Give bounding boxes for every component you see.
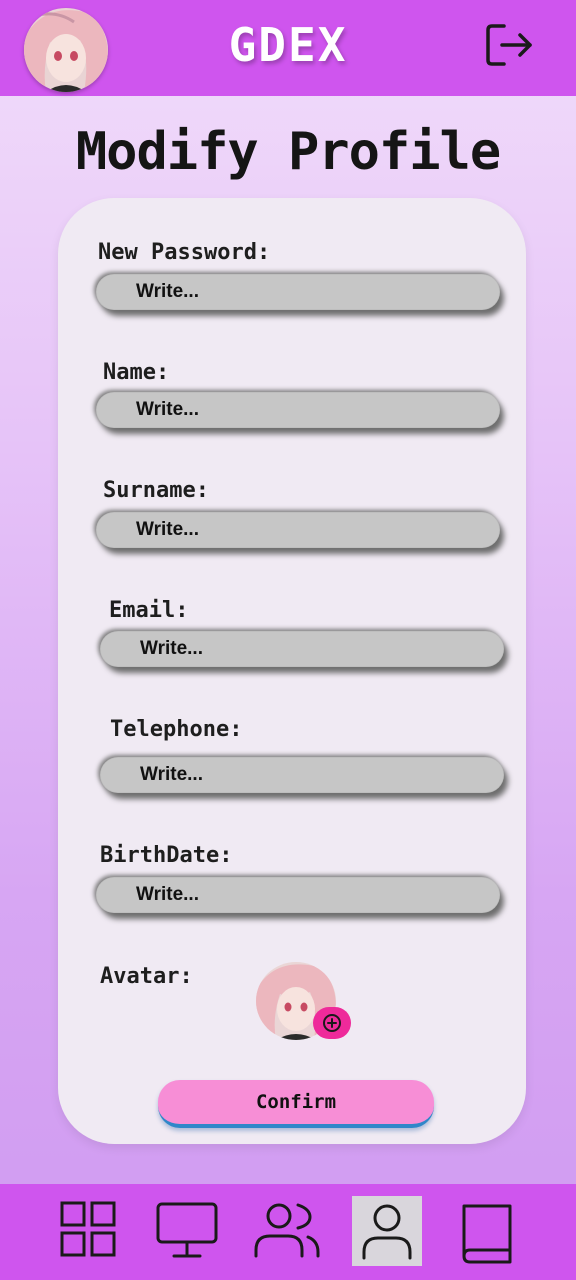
- name-placeholder: Write...: [136, 399, 199, 420]
- birthdate-label: BirthDate:: [100, 843, 233, 868]
- telephone-label: Telephone:: [110, 717, 243, 742]
- logout-button[interactable]: [484, 20, 534, 70]
- monitor-icon: [156, 1202, 218, 1258]
- nav-games[interactable]: [152, 1196, 222, 1266]
- birthdate-placeholder: Write...: [136, 884, 199, 905]
- logout-icon: [486, 24, 532, 66]
- name-input[interactable]: Write...: [96, 392, 500, 428]
- confirm-button[interactable]: Confirm: [158, 1080, 434, 1128]
- top-header: GDEX: [0, 0, 576, 96]
- birthdate-input[interactable]: Write...: [96, 877, 500, 913]
- password-placeholder: Write...: [136, 281, 199, 302]
- plus-circle-icon: [323, 1014, 341, 1032]
- password-label: New Password:: [98, 240, 271, 265]
- book-icon: [462, 1204, 512, 1264]
- page-title: Modify Profile: [75, 122, 501, 182]
- add-avatar-button[interactable]: [313, 1007, 351, 1039]
- telephone-placeholder: Write...: [140, 764, 203, 785]
- nav-profile[interactable]: [352, 1196, 422, 1266]
- name-label: Name:: [103, 360, 170, 385]
- surname-input[interactable]: Write...: [96, 512, 500, 548]
- email-placeholder: Write...: [140, 638, 203, 659]
- nav-dashboard[interactable]: [54, 1196, 124, 1266]
- telephone-input[interactable]: Write...: [100, 757, 504, 793]
- surname-label: Surname:: [103, 478, 209, 503]
- email-input[interactable]: Write...: [100, 631, 504, 667]
- surname-placeholder: Write...: [136, 519, 199, 540]
- nav-friends[interactable]: [252, 1196, 322, 1266]
- bottom-navigation: [0, 1184, 576, 1280]
- grid-icon: [60, 1201, 116, 1257]
- email-label: Email:: [109, 598, 189, 623]
- nav-library[interactable]: [452, 1196, 522, 1266]
- users-icon: [254, 1203, 320, 1258]
- password-input[interactable]: Write...: [96, 274, 500, 310]
- user-icon: [362, 1204, 412, 1260]
- avatar-label: Avatar:: [100, 964, 193, 989]
